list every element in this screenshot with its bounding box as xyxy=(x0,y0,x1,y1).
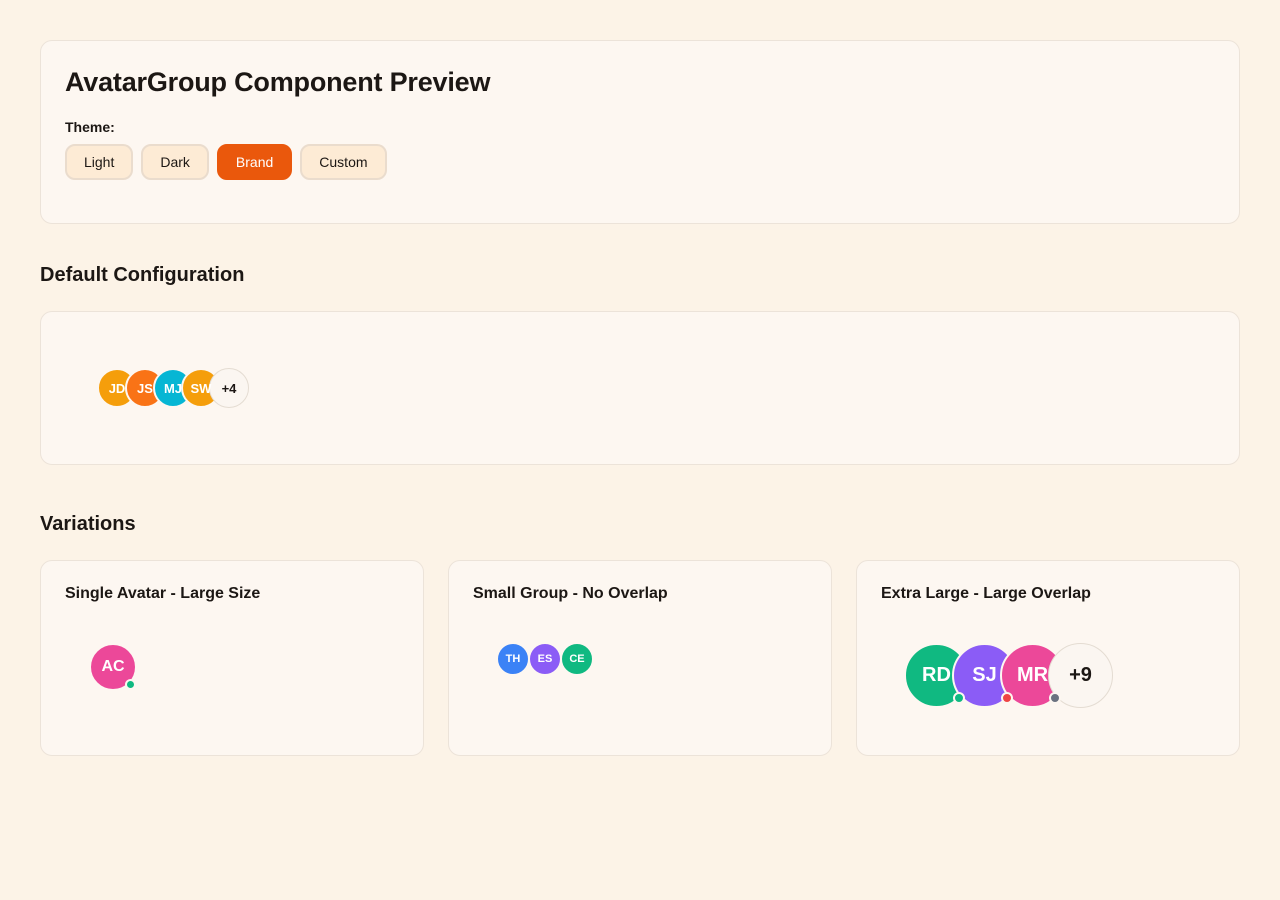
status-indicator xyxy=(1001,692,1013,704)
avatar-initials: MJ xyxy=(163,380,183,396)
preview-page: AvatarGroup Component Preview Theme: Lig… xyxy=(0,0,1280,900)
avatar-initials: SW xyxy=(190,380,212,396)
avatar-group-default: JD JS MJ SW +4 xyxy=(97,368,249,408)
status-indicator xyxy=(1049,692,1061,704)
variation-title: Small Group - No Overlap xyxy=(473,585,668,602)
avatar-group-small: TH ES CE xyxy=(496,642,594,676)
variation-card-single: Single Avatar - Large Size AC xyxy=(40,560,424,756)
section-title-variations: Variations xyxy=(40,513,136,535)
header-card: AvatarGroup Component Preview Theme: Lig… xyxy=(40,40,1240,224)
avatar-initials: JS xyxy=(137,380,153,396)
variation-title: Single Avatar - Large Size xyxy=(65,585,261,602)
page-title: AvatarGroup Component Preview xyxy=(65,67,491,97)
theme-button-custom[interactable]: Custom xyxy=(300,144,387,180)
theme-switcher: Light Dark Brand Custom xyxy=(65,144,387,180)
status-indicator xyxy=(125,679,136,690)
avatar-initials: JD xyxy=(108,380,126,396)
overflow-count-avatar[interactable]: +4 xyxy=(209,368,249,408)
theme-button-brand[interactable]: Brand xyxy=(216,144,293,180)
avatar-group-single: AC xyxy=(89,643,137,691)
avatar-initials: MR xyxy=(1016,664,1049,686)
avatar[interactable]: AC xyxy=(89,643,137,691)
variation-card-xl: Extra Large - Large Overlap RD SJ MR +9 xyxy=(856,560,1240,756)
avatar-group-xl: RD SJ MR +9 xyxy=(904,643,1113,708)
variation-card-small: Small Group - No Overlap TH ES CE xyxy=(448,560,832,756)
status-indicator xyxy=(953,692,965,704)
avatar-initials: CE xyxy=(569,653,585,665)
variation-title: Extra Large - Large Overlap xyxy=(881,585,1091,602)
avatar[interactable]: TH xyxy=(496,642,530,676)
avatar[interactable]: CE xyxy=(560,642,594,676)
avatar-initials: TH xyxy=(505,653,521,665)
default-card: JD JS MJ SW +4 xyxy=(40,311,1240,465)
avatar-initials: ES xyxy=(537,653,553,665)
section-title-default: Default Configuration xyxy=(40,264,245,286)
theme-button-light[interactable]: Light xyxy=(65,144,134,180)
avatar-initials: RD xyxy=(922,664,951,686)
avatar[interactable]: ES xyxy=(528,642,562,676)
avatar-initials: AC xyxy=(101,658,125,675)
avatar-initials: SJ xyxy=(972,664,997,686)
theme-label: Theme: xyxy=(65,119,115,135)
theme-button-dark[interactable]: Dark xyxy=(141,144,209,180)
